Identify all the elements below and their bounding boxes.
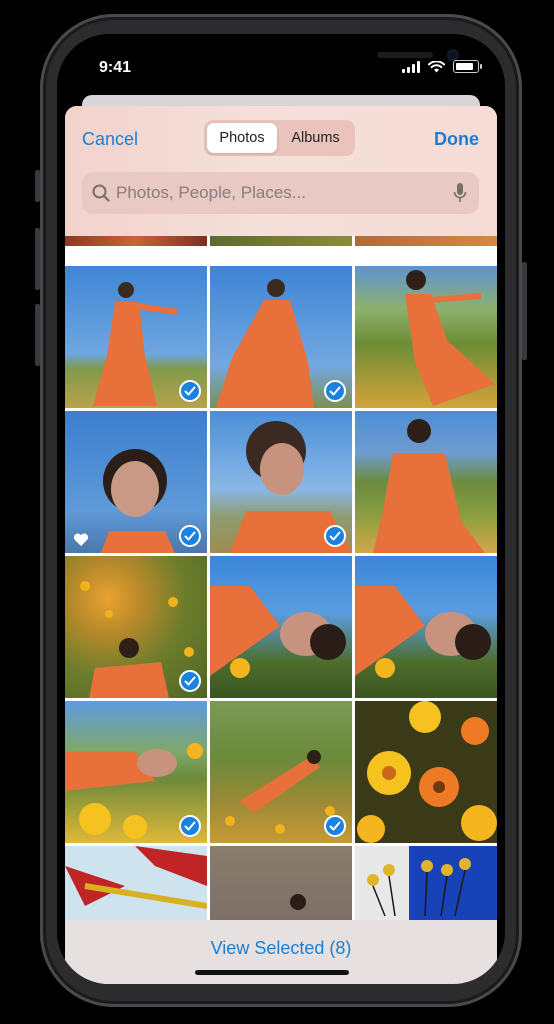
favorite-heart-icon [73, 533, 89, 546]
volume-up-button [35, 228, 40, 290]
segmented-control: Photos Albums [204, 120, 355, 156]
photo-thumbnail[interactable] [355, 411, 497, 553]
selected-checkmark-icon [179, 380, 201, 402]
volume-down-button [35, 304, 40, 366]
screen: 9:41 Cancel Photos Albums Done Photos, P… [57, 34, 505, 984]
cancel-button[interactable]: Cancel [82, 129, 138, 150]
wifi-icon [428, 60, 445, 72]
selected-checkmark-icon [179, 815, 201, 837]
photo-thumbnail[interactable] [355, 556, 497, 698]
home-indicator[interactable] [195, 970, 349, 975]
cellular-signal-icon [402, 60, 420, 73]
search-field[interactable]: Photos, People, Places... [82, 172, 479, 214]
speaker [377, 52, 433, 58]
status-icons [402, 60, 482, 73]
done-button[interactable]: Done [434, 129, 479, 150]
photo-image [373, 419, 485, 553]
photo-thumbnail[interactable] [210, 266, 352, 408]
microphone-icon[interactable] [453, 182, 467, 204]
tab-photos[interactable]: Photos [207, 123, 277, 153]
photo-thumbnail[interactable] [65, 701, 207, 843]
selected-checkmark-icon [179, 525, 201, 547]
photo-image [357, 701, 497, 843]
photo-thumbnail[interactable] [210, 701, 352, 843]
photo-picker-sheet: Cancel Photos Albums Done Photos, People… [65, 106, 497, 984]
partial-photo [355, 236, 497, 246]
partial-photo [65, 236, 207, 246]
selected-checkmark-icon [324, 815, 346, 837]
photo-thumbnail[interactable] [65, 411, 207, 553]
selected-checkmark-icon [324, 380, 346, 402]
status-time: 9:41 [99, 59, 132, 76]
picker-header: Cancel Photos Albums Done Photos, People… [65, 106, 497, 246]
search-placeholder: Photos, People, Places... [116, 183, 306, 202]
photo-image [355, 586, 491, 678]
tab-albums[interactable]: Albums [279, 123, 352, 153]
photo-thumbnail[interactable] [355, 701, 497, 843]
photo-thumbnail[interactable] [355, 266, 497, 408]
selected-checkmark-icon [179, 670, 201, 692]
power-button [522, 262, 527, 360]
view-selected-button[interactable]: View Selected (8) [65, 938, 497, 959]
photo-thumbnail[interactable] [65, 556, 207, 698]
partial-photo [210, 236, 352, 246]
status-bar: 9:41 [57, 34, 505, 94]
photo-image [210, 586, 346, 678]
photo-thumbnail[interactable] [210, 556, 352, 698]
photo-thumbnail[interactable] [210, 411, 352, 553]
mute-switch [35, 170, 40, 202]
photo-image [405, 270, 495, 406]
search-icon [92, 184, 110, 202]
photo-thumbnail[interactable] [65, 266, 207, 408]
selected-checkmark-icon [324, 525, 346, 547]
notch [181, 34, 459, 66]
battery-icon [453, 60, 482, 73]
